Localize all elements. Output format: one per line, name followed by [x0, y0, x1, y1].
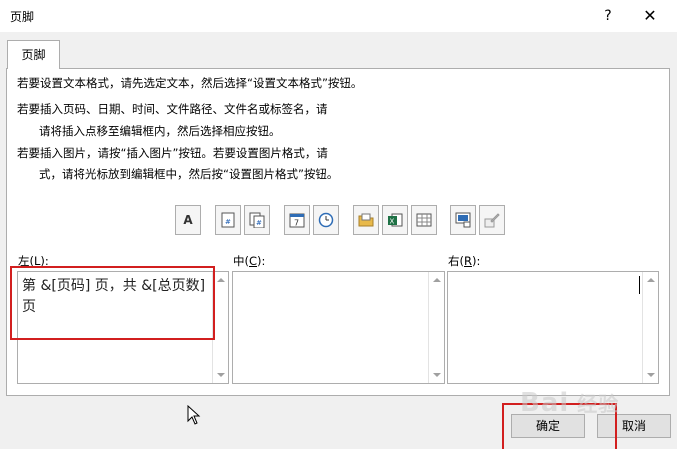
format-text-icon: A [183, 213, 193, 227]
instruction-line-5: 式，请将光标放到编辑框中，然后按“设置图片格式”按钮。 [39, 167, 339, 181]
instruction-line-4: 若要插入图片，请按“插入图片”按钮。若要设置图片格式，请 [17, 146, 328, 160]
right-section-label: 右(R): [448, 254, 481, 268]
insert-page-count-button[interactable]: # [244, 205, 270, 235]
right-section-scrollbar[interactable] [642, 272, 658, 383]
insert-file-name-button[interactable]: X [382, 205, 408, 235]
insert-page-number-icon: # [221, 212, 235, 228]
center-section-field[interactable] [232, 271, 445, 384]
close-button[interactable]: ✕ [638, 4, 662, 28]
insert-time-icon [318, 212, 334, 228]
text-cursor [639, 276, 640, 294]
insert-sheet-name-icon [416, 213, 432, 227]
watermark-logo: Bai 经验 [520, 388, 620, 418]
svg-text:7: 7 [294, 219, 299, 228]
help-button[interactable]: ? [596, 4, 620, 28]
svg-text:#: # [256, 219, 262, 227]
window-title: 页脚 [10, 10, 35, 24]
insert-file-path-button[interactable] [353, 205, 379, 235]
title-bar [0, 0, 677, 32]
instruction-line-3: 请将插入点移至编辑框内，然后选择相应按钮。 [39, 124, 281, 138]
center-section-scrollbar[interactable] [428, 272, 444, 383]
instruction-line-2: 若要插入页码、日期、时间、文件路径、文件名或标签名，请 [17, 102, 328, 116]
insert-picture-button[interactable] [450, 205, 476, 235]
insert-file-path-icon [358, 213, 374, 227]
insert-date-button[interactable]: 7 [284, 205, 310, 235]
right-section-field[interactable] [447, 271, 659, 384]
insert-page-count-icon: # [249, 212, 265, 228]
instruction-line-1: 若要设置文本格式，请先选定文本，然后选择“设置文本格式”按钮。 [17, 76, 363, 90]
insert-date-icon: 7 [289, 213, 305, 228]
tab-footer[interactable]: 页脚 [7, 40, 60, 69]
format-picture-icon [484, 213, 500, 228]
format-text-button[interactable]: A [175, 205, 201, 235]
highlight-left-section [10, 266, 215, 340]
svg-text:X: X [390, 218, 395, 226]
svg-text:#: # [225, 218, 231, 226]
insert-time-button[interactable] [313, 205, 339, 235]
format-picture-button[interactable] [479, 205, 505, 235]
insert-page-number-button[interactable]: # [215, 205, 241, 235]
center-section-label: 中(C): [233, 254, 266, 268]
mouse-pointer-icon [187, 405, 201, 425]
insert-file-name-icon: X [388, 213, 403, 227]
insert-sheet-name-button[interactable] [411, 205, 437, 235]
insert-picture-icon [455, 212, 471, 228]
